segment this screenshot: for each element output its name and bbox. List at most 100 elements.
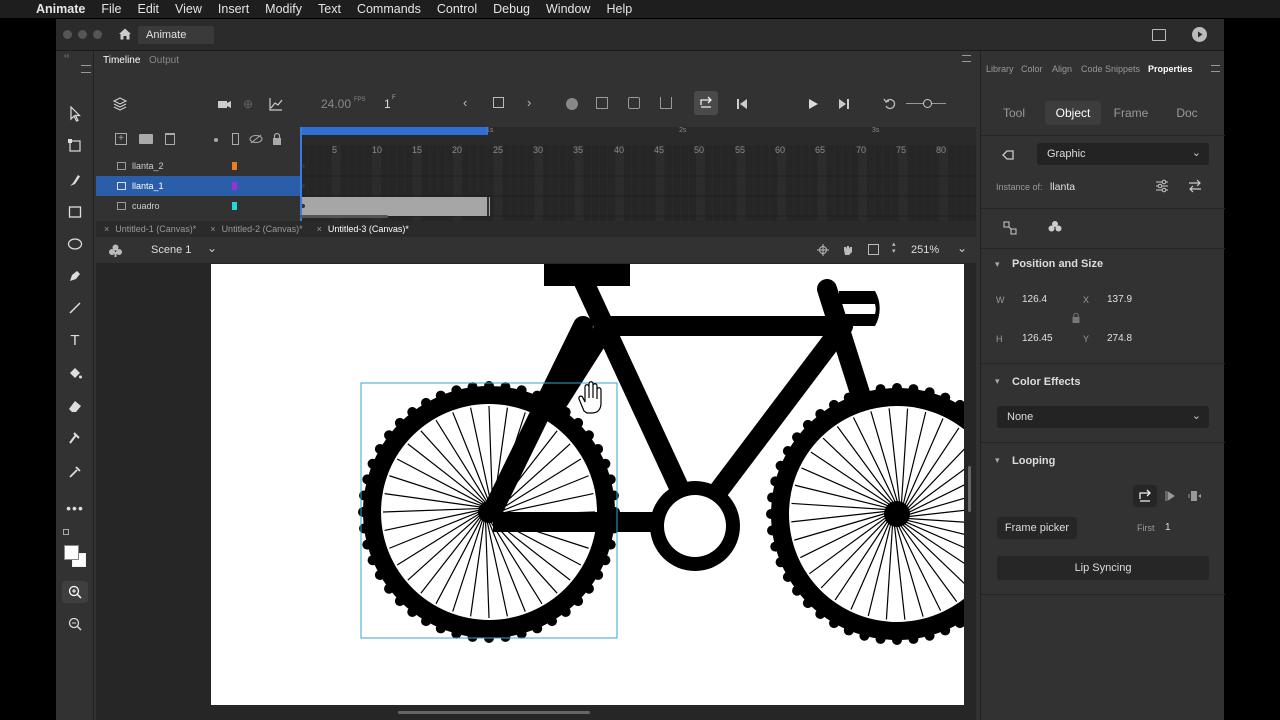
- toolbar-collapse-icon[interactable]: ‹‹: [64, 51, 84, 65]
- step-back-icon[interactable]: [736, 98, 748, 110]
- single-frame-icon[interactable]: [1188, 489, 1202, 503]
- symbol-type-dropdown[interactable]: Graphic ⌄: [1037, 143, 1209, 165]
- workspace-layout-icon[interactable]: [1152, 29, 1166, 41]
- stage-horizontal-scrollbar[interactable]: [398, 711, 590, 714]
- chevron-down-icon[interactable]: ▾: [995, 376, 1000, 387]
- tab-output[interactable]: Output: [149, 55, 179, 66]
- eraser-tool-icon[interactable]: [64, 395, 86, 417]
- timeline-horizontal-scrollbar[interactable]: [300, 215, 388, 218]
- default-colors-icon[interactable]: [63, 529, 69, 535]
- frame-picker-button[interactable]: Frame picker: [997, 517, 1077, 539]
- width-value[interactable]: 126.4: [1022, 294, 1047, 305]
- next-keyframe-icon[interactable]: ›: [527, 95, 531, 110]
- current-frame-value[interactable]: 1: [384, 97, 391, 111]
- more-tools-icon[interactable]: •••: [64, 497, 86, 519]
- zoom-stepper-icon[interactable]: ▴ ▾: [892, 241, 900, 257]
- timeline-menu-icon[interactable]: [962, 55, 971, 62]
- looping-title[interactable]: Looping: [1012, 455, 1055, 467]
- loop-mode-icon[interactable]: [1138, 489, 1152, 503]
- y-value[interactable]: 274.8: [1107, 333, 1132, 344]
- color-effect-dropdown[interactable]: None ⌄: [997, 406, 1209, 428]
- convert-to-symbol-icon[interactable]: [1047, 219, 1063, 235]
- onion-skin-icon[interactable]: [566, 98, 578, 110]
- zoom-out-tool-icon[interactable]: [64, 613, 86, 635]
- menu-view[interactable]: View: [175, 2, 202, 16]
- edit-multiple-frames-icon[interactable]: [628, 97, 640, 109]
- swap-symbol-icon[interactable]: [1188, 179, 1202, 193]
- play-once-icon[interactable]: [1164, 489, 1178, 503]
- center-stage-icon[interactable]: [817, 244, 829, 256]
- stroke-color-swatch[interactable]: [64, 545, 79, 560]
- outline-toggle-icon[interactable]: [232, 133, 239, 145]
- color-effects-title[interactable]: Color Effects: [1012, 376, 1080, 388]
- rectangle-tool-icon[interactable]: [64, 201, 86, 223]
- close-icon[interactable]: ×: [104, 224, 109, 234]
- layer-color-swatch[interactable]: [232, 162, 237, 170]
- loop-icon[interactable]: [699, 96, 713, 110]
- layer-name[interactable]: cuadro: [132, 201, 160, 211]
- layer-color-swatch[interactable]: [232, 202, 237, 210]
- graph-icon[interactable]: [269, 97, 283, 111]
- instance-settings-icon[interactable]: [1155, 179, 1169, 193]
- tab-timeline[interactable]: Timeline: [103, 55, 140, 66]
- zoom-in-tool-icon[interactable]: [64, 581, 86, 603]
- zoom-dropdown-chevron-icon[interactable]: ⌄: [957, 241, 967, 255]
- position-size-title[interactable]: Position and Size: [1012, 258, 1103, 270]
- app-title-tab[interactable]: Animate: [138, 26, 214, 44]
- chevron-down-icon[interactable]: ▾: [995, 259, 1000, 270]
- delete-layer-icon[interactable]: [165, 133, 175, 145]
- close-icon[interactable]: ×: [317, 224, 322, 234]
- playhead[interactable]: [300, 127, 302, 145]
- text-tool-icon[interactable]: T: [64, 329, 86, 351]
- timeline-zoom-slider-thumb[interactable]: [923, 99, 932, 108]
- layer-row-cuadro[interactable]: cuadro: [96, 196, 300, 216]
- scene-name[interactable]: Scene 1: [151, 244, 191, 256]
- scene-dropdown-chevron-icon[interactable]: ⌄: [207, 241, 217, 255]
- fps-value[interactable]: 24.00: [321, 97, 351, 111]
- paint-bucket-tool-icon[interactable]: [64, 363, 86, 385]
- stage-vertical-scrollbar[interactable]: [968, 466, 971, 512]
- segment-frame[interactable]: Frame: [1105, 101, 1157, 125]
- tab-color[interactable]: Color: [1021, 64, 1043, 74]
- instance-of-value[interactable]: llanta: [1050, 181, 1075, 193]
- bone-tool-icon[interactable]: [64, 427, 86, 449]
- doc-tab-untitled-2[interactable]: Untitled-2 (Canvas)*: [222, 224, 303, 234]
- camera-icon[interactable]: [218, 99, 232, 110]
- selection-tool-icon[interactable]: [64, 103, 86, 125]
- stage-canvas[interactable]: [211, 264, 964, 705]
- eyedropper-tool-icon[interactable]: [64, 461, 86, 483]
- prev-keyframe-icon[interactable]: ‹: [463, 95, 467, 110]
- bicycle-artwork[interactable]: [211, 264, 964, 705]
- zoom-level[interactable]: 251%: [911, 244, 939, 256]
- window-close-button[interactable]: [63, 30, 72, 39]
- lip-syncing-button[interactable]: Lip Syncing: [997, 556, 1209, 580]
- highlight-layer-icon[interactable]: [214, 138, 218, 142]
- properties-menu-icon[interactable]: [1211, 65, 1220, 72]
- layer-color-swatch[interactable]: [232, 182, 237, 190]
- menu-debug[interactable]: Debug: [493, 2, 530, 16]
- menu-edit[interactable]: Edit: [137, 2, 159, 16]
- step-forward-icon[interactable]: [838, 98, 850, 110]
- new-folder-icon[interactable]: [139, 134, 153, 144]
- new-layer-icon[interactable]: +: [115, 133, 127, 145]
- tab-library[interactable]: Library: [986, 64, 1014, 74]
- play-icon[interactable]: [807, 98, 819, 110]
- menu-text[interactable]: Text: [318, 2, 341, 16]
- layer-name[interactable]: llanta_2: [132, 161, 164, 171]
- insert-keyframe-icon[interactable]: [493, 97, 504, 108]
- lock-icon[interactable]: [272, 132, 282, 145]
- segment-tool[interactable]: Tool: [995, 101, 1033, 125]
- tab-properties[interactable]: Properties: [1148, 64, 1193, 74]
- brush-tool-icon[interactable]: [64, 169, 86, 191]
- clip-content-icon[interactable]: [868, 244, 879, 255]
- modify-markers-icon[interactable]: [660, 97, 672, 109]
- break-apart-icon[interactable]: [1003, 221, 1017, 235]
- tab-align[interactable]: Align: [1052, 64, 1072, 74]
- chevron-down-icon[interactable]: ▾: [995, 455, 1000, 466]
- doc-tab-untitled-1[interactable]: Untitled-1 (Canvas)*: [115, 224, 196, 234]
- menu-file[interactable]: File: [101, 2, 121, 16]
- pen-tool-icon[interactable]: [64, 265, 86, 287]
- menu-help[interactable]: Help: [606, 2, 632, 16]
- layer-row-llanta-1[interactable]: llanta_1: [96, 176, 300, 196]
- home-icon[interactable]: [118, 27, 132, 41]
